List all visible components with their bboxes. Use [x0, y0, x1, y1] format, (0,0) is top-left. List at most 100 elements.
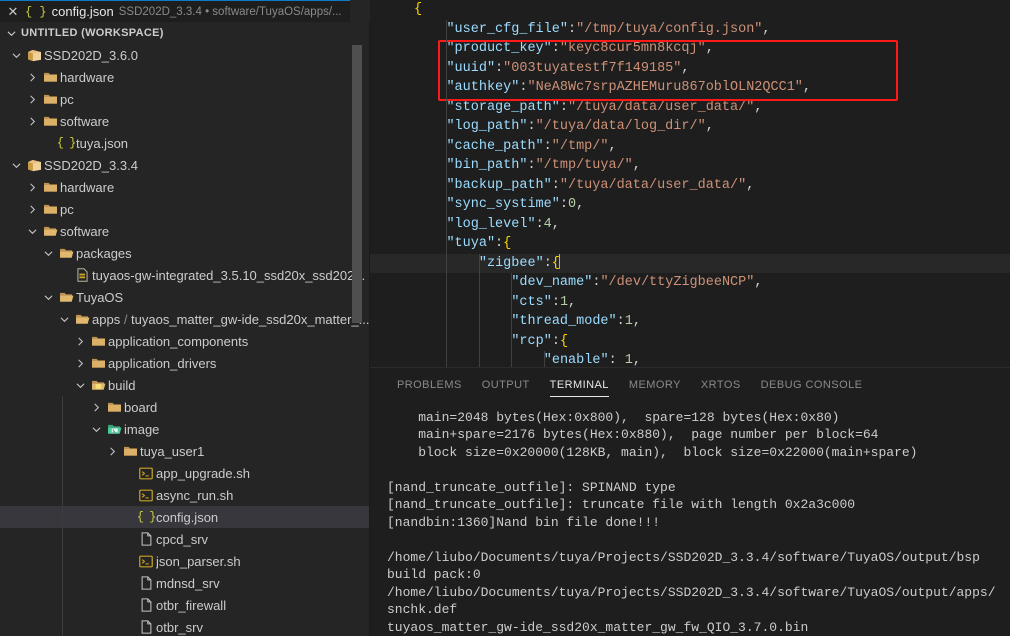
chevron-down-icon[interactable]	[40, 293, 56, 302]
chevron-down-icon[interactable]	[24, 227, 40, 236]
tree-item-label: hardware	[60, 179, 115, 195]
chevron-right-icon[interactable]	[104, 447, 120, 456]
code-line[interactable]: "product_key":"keyc8cur5mn8kcqj",	[370, 39, 1010, 59]
tree-item-board[interactable]: board	[0, 396, 370, 418]
tree-item-mdnsd-srv[interactable]: mdnsd_srv	[0, 572, 370, 594]
tree-item-label: image	[124, 421, 160, 437]
tree-item-otbr-firewall[interactable]: otbr_firewall	[0, 594, 370, 616]
code-line[interactable]: "log_path":"/tuya/data/log_dir/",	[370, 117, 1010, 137]
code-line[interactable]: "thread_mode":1,	[370, 312, 1010, 332]
code-line[interactable]: "zigbee":{	[370, 253, 1010, 273]
panel-tab-problems[interactable]: PROBLEMS	[387, 368, 472, 403]
panel-tab-terminal[interactable]: TERMINAL	[540, 368, 619, 403]
tree-item-ssd202d-3-6-0[interactable]: SSD202D_3.6.0	[0, 44, 370, 66]
tree-item-otbr-srv[interactable]: otbr_srv	[0, 616, 370, 636]
code-line[interactable]: "user_cfg_file":"/tmp/tuya/config.json",	[370, 20, 1010, 40]
code-text: "dev_name":"/dev/ttyZigbeeNCP",	[511, 275, 763, 290]
code-text: "cts":1,	[511, 294, 577, 310]
folder-icon	[40, 115, 60, 127]
tree-item-image[interactable]: image	[0, 418, 370, 440]
code-line[interactable]: "dev_name":"/dev/ttyZigbeeNCP",	[370, 273, 1010, 293]
tree-item-label: tuyaos-gw-integrated_3.5.10_ssd20x_ssd20…	[92, 267, 366, 283]
code-line[interactable]: "storage_path":"/tuya/data/user_data/",	[370, 98, 1010, 118]
terminal-output[interactable]: main=2048 bytes(Hex:0x800), spare=128 by…	[370, 403, 1010, 636]
chevron-down-icon[interactable]	[72, 381, 88, 390]
tree-item-tuya-user1[interactable]: tuya_user1	[0, 440, 370, 462]
file-icon	[136, 620, 156, 634]
code-line[interactable]: "cts":1,	[370, 293, 1010, 313]
panel-tab-memory[interactable]: MEMORY	[619, 368, 691, 403]
tree-item-label: apps / tuyaos_matter_gw-ide_ssd20x_matte…	[92, 311, 370, 327]
tree-item-software[interactable]: software	[0, 110, 370, 132]
shell-script-icon	[136, 489, 156, 502]
tree-item-application-drivers[interactable]: application_drivers	[0, 352, 370, 374]
code-line[interactable]: {	[370, 0, 1010, 20]
tree-item-application-components[interactable]: application_components	[0, 330, 370, 352]
editor-tab-config-json[interactable]: ✕ { } config.json SSD202D_3.3.4 • softwa…	[0, 0, 350, 22]
tree-item-tuya-json[interactable]: { } tuya.json	[0, 132, 370, 154]
chevron-down-icon[interactable]	[56, 315, 72, 324]
panel-tab-bar[interactable]: PROBLEMS OUTPUT TERMINAL MEMORY XRTOS DEBUG C…	[370, 367, 1010, 403]
workspace-section-header[interactable]: UNTITLED (WORKSPACE)	[0, 22, 370, 44]
code-line[interactable]: "authkey":"NeA8Wc7srpAZHEMuru867oblOLN2Q…	[370, 78, 1010, 98]
chevron-right-icon[interactable]	[24, 95, 40, 104]
chevron-down-icon[interactable]	[8, 161, 24, 170]
code-line[interactable]: "uuid":"003tuyatestf7f149185",	[370, 59, 1010, 79]
code-line[interactable]: "sync_systime":0,	[370, 195, 1010, 215]
code-editor[interactable]: { "user_cfg_file":"/tmp/tuya/config.json…	[370, 0, 1010, 367]
tree-item-tuyaos-gw-integrated-3-5-10-ssd20x-ssd202[interactable]: tuyaos-gw-integrated_3.5.10_ssd20x_ssd20…	[0, 264, 370, 286]
code-line[interactable]: "cache_path":"/tmp/",	[370, 137, 1010, 157]
panel-tab-label: PROBLEMS	[397, 379, 462, 391]
tree-item-tuyaos[interactable]: TuyaOS	[0, 286, 370, 308]
tree-item-ssd202d-3-3-4[interactable]: SSD202D_3.3.4	[0, 154, 370, 176]
code-text: "user_cfg_file":"/tmp/tuya/config.json",	[446, 21, 771, 37]
tree-item-hardware[interactable]: hardware	[0, 176, 370, 198]
chevron-down-icon[interactable]	[40, 249, 56, 258]
close-icon[interactable]: ✕	[6, 5, 20, 18]
tree-item-config-json[interactable]: { } config.json	[0, 506, 370, 528]
chevron-right-icon[interactable]	[24, 183, 40, 192]
sidebar-scrollbar-thumb[interactable]	[352, 45, 362, 323]
tree-item-label: config.json	[156, 509, 219, 525]
code-text: "rcp":{	[511, 333, 569, 349]
panel-tab-output[interactable]: OUTPUT	[472, 368, 540, 403]
code-line[interactable]: "tuya":{	[370, 234, 1010, 254]
folder-icon	[40, 93, 60, 105]
tree-item-label: otbr_firewall	[156, 597, 227, 613]
chevron-down-icon[interactable]	[88, 425, 104, 434]
chevron-right-icon[interactable]	[88, 403, 104, 412]
panel-tab-debug-console[interactable]: DEBUG CONSOLE	[751, 368, 873, 403]
tree-item-app-upgrade-sh[interactable]: app_upgrade.sh	[0, 462, 370, 484]
code-line[interactable]: "backup_path":"/tuya/data/user_data/",	[370, 176, 1010, 196]
chevron-right-icon[interactable]	[24, 73, 40, 82]
folder-icon	[120, 445, 140, 457]
chevron-down-icon[interactable]	[8, 51, 24, 60]
file-tree[interactable]: SSD202D_3.6.0 hardware pc software{ } tuya.j…	[0, 44, 370, 636]
tree-item-pc[interactable]: pc	[0, 88, 370, 110]
file-icon	[136, 532, 156, 546]
vscode-window: ✕ { } config.json SSD202D_3.3.4 • softwa…	[0, 0, 1010, 636]
tree-item-json-parser-sh[interactable]: json_parser.sh	[0, 550, 370, 572]
code-line[interactable]: "bin_path":"/tmp/tuya/",	[370, 156, 1010, 176]
tree-item-apps-tuyaos-matter-gw-ide-ssd20x-matter[interactable]: apps / tuyaos_matter_gw-ide_ssd20x_matte…	[0, 308, 370, 330]
tree-item-hardware[interactable]: hardware	[0, 66, 370, 88]
chevron-right-icon[interactable]	[72, 359, 88, 368]
tree-item-software[interactable]: software	[0, 220, 370, 242]
tree-item-cpcd-srv[interactable]: cpcd_srv	[0, 528, 370, 550]
code-line[interactable]: "log_level":4,	[370, 215, 1010, 235]
panel-tab-xrtos[interactable]: XRTOS	[691, 368, 751, 403]
code-line[interactable]: "enable": 1,	[370, 351, 1010, 367]
code-text: "thread_mode":1,	[511, 314, 641, 329]
code-text: "zigbee":{	[478, 253, 561, 271]
tree-item-build[interactable]: build	[0, 374, 370, 396]
tree-item-packages[interactable]: packages	[0, 242, 370, 264]
code-text: "tuya":{	[446, 236, 512, 251]
code-line[interactable]: "rcp":{	[370, 332, 1010, 352]
file-icon	[136, 598, 156, 612]
tree-item-pc[interactable]: pc	[0, 198, 370, 220]
chevron-right-icon[interactable]	[24, 205, 40, 214]
json-file-icon: { }	[136, 510, 157, 524]
chevron-right-icon[interactable]	[24, 117, 40, 126]
tree-item-async-run-sh[interactable]: async_run.sh	[0, 484, 370, 506]
chevron-right-icon[interactable]	[72, 337, 88, 346]
